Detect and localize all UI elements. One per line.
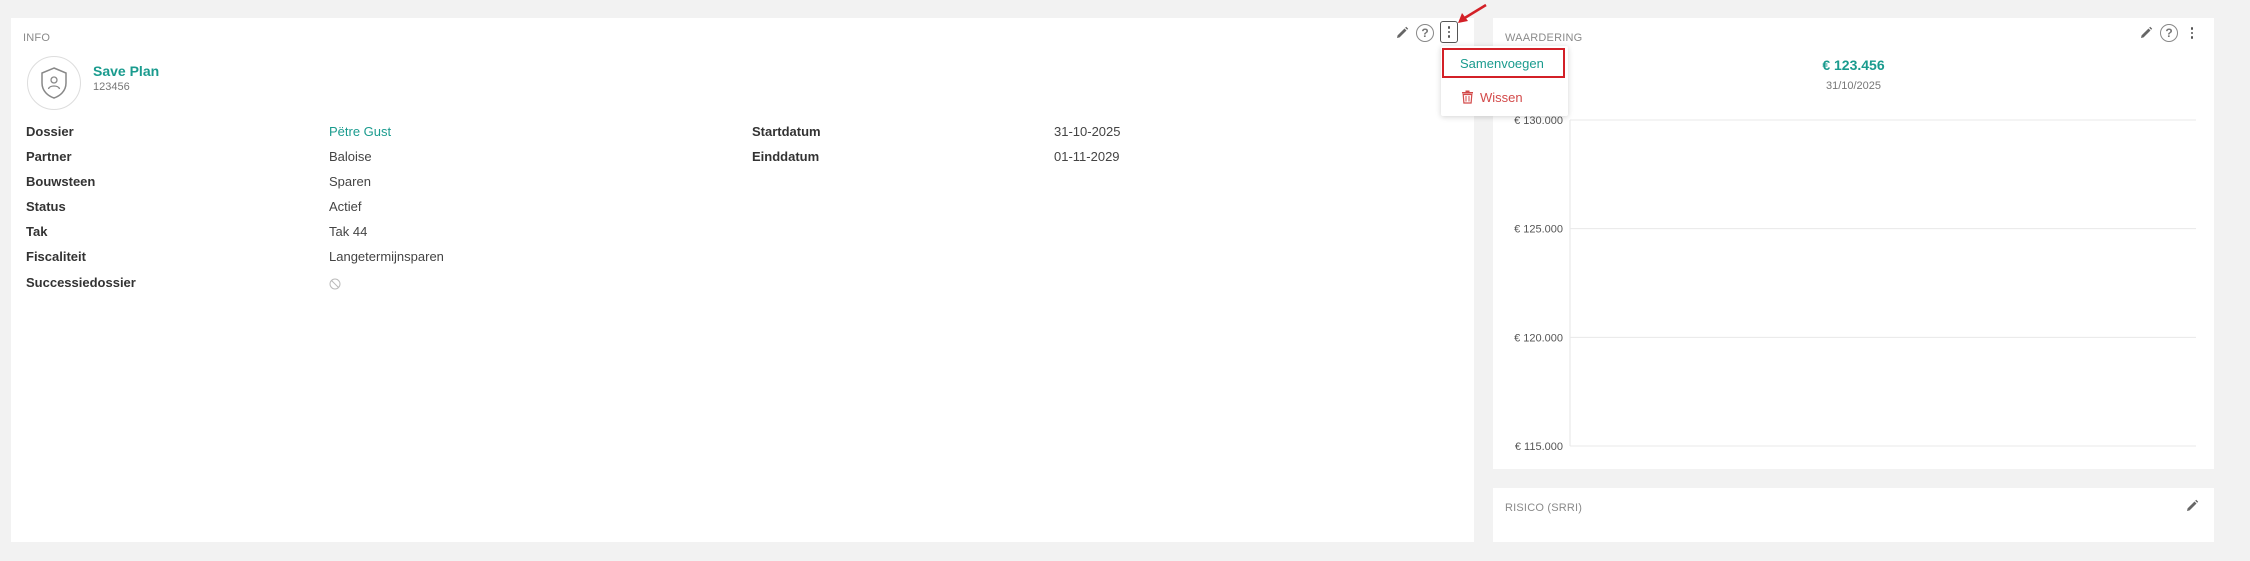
- successiedossier-label: Successiedossier: [26, 275, 136, 290]
- menu-item-wissen[interactable]: Wissen: [1441, 82, 1568, 112]
- y-tick-label: € 115.000: [1515, 441, 1563, 453]
- dossier-link[interactable]: Pëtre Gust: [329, 124, 391, 139]
- partner-label: Partner: [26, 149, 72, 164]
- menu-item-samenvoegen[interactable]: Samenvoegen: [1442, 48, 1565, 78]
- tak-label: Tak: [26, 224, 48, 239]
- y-tick-label: € 120.000: [1514, 332, 1563, 344]
- einddatum-value: 01-11-2029: [1054, 149, 1120, 164]
- status-label: Status: [26, 199, 66, 214]
- startdatum-value: 31-10-2025: [1054, 124, 1121, 139]
- bouwsteen-label: Bouwsteen: [26, 174, 96, 189]
- y-tick-label: € 130.000: [1514, 115, 1563, 127]
- risk-card-title: RISICO (SRRI): [1505, 502, 1583, 514]
- edit-icon[interactable]: [2183, 497, 2201, 515]
- help-icon[interactable]: ?: [1416, 24, 1434, 42]
- tak-value: Tak 44: [329, 224, 368, 239]
- plan-number: 123456: [93, 81, 130, 93]
- startdatum-label: Startdatum: [752, 124, 821, 139]
- status-value: Actief: [329, 199, 362, 214]
- valuation-chart: € 130.000 € 125.000 € 120.000 € 115.000: [1514, 115, 2196, 453]
- shield-icon: [41, 67, 67, 99]
- more-options-menu: Samenvoegen Wissen: [1441, 46, 1568, 116]
- risk-card: RISICO (SRRI): [1493, 488, 2214, 542]
- info-card-title: INFO: [23, 32, 51, 44]
- fiscaliteit-value: Langetermijnsparen: [329, 249, 444, 264]
- not-applicable-icon: [329, 278, 341, 293]
- valuation-card: WAARDERING ? € 123.456 31/10/2025 € 130.…: [1493, 18, 2214, 469]
- avatar: [27, 56, 81, 110]
- info-card: INFO ? Save Plan 123456 Dossier Pëtre Gu…: [11, 18, 1474, 542]
- edit-icon[interactable]: [1393, 24, 1411, 42]
- dossier-label: Dossier: [26, 124, 74, 139]
- bouwsteen-value: Sparen: [329, 174, 371, 189]
- einddatum-label: Einddatum: [752, 149, 820, 164]
- trash-icon: [1462, 90, 1473, 104]
- y-tick-label: € 125.000: [1514, 224, 1563, 236]
- partner-value: Baloise: [329, 149, 372, 164]
- menu-item-wissen-label: Wissen: [1480, 89, 1523, 105]
- fiscaliteit-label: Fiscaliteit: [26, 249, 86, 264]
- plan-name[interactable]: Save Plan: [93, 63, 159, 79]
- annotation-arrow-icon: [1458, 3, 1487, 23]
